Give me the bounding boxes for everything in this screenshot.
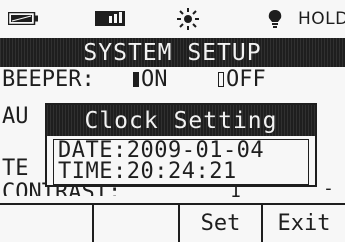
beeper-label: BEEPER: — [2, 67, 95, 92]
clock-setting-dialog: Clock Setting DATE:2009-01-04 TIME:20:24… — [45, 103, 317, 187]
softkey-2[interactable] — [94, 205, 180, 242]
dialog-title: Clock Setting — [84, 108, 278, 134]
contrast-dash: - — [323, 178, 334, 199]
signal-icon — [95, 11, 125, 26]
set-button[interactable]: Set — [180, 205, 263, 242]
softkey-bar: Set Exit — [0, 203, 345, 242]
beeper-off-option[interactable]: OFF — [218, 67, 266, 92]
title-bar: SYSTEM SETUP — [0, 38, 345, 67]
auto-setting-label: AU — [2, 104, 29, 129]
status-bar: HOLD — [0, 0, 345, 38]
sun-icon — [177, 8, 199, 30]
set-button-label: Set — [200, 211, 241, 236]
beeper-off-label: OFF — [226, 67, 266, 92]
beeper-on-option[interactable]: ON — [133, 67, 168, 92]
selected-radio-icon — [133, 72, 139, 87]
exit-button[interactable]: Exit — [263, 205, 345, 242]
unselected-radio-icon — [218, 72, 224, 87]
clock-fields-box: DATE:2009-01-04 TIME:20:24:21 — [53, 138, 309, 185]
lcd-screen: HOLD SYSTEM SETUP BEEPER: ON OFF AU TE C… — [0, 0, 345, 242]
bulb-icon — [268, 10, 282, 28]
dialog-header: Clock Setting — [47, 105, 315, 136]
page-title: SYSTEM SETUP — [83, 40, 262, 66]
battery-icon — [8, 12, 38, 25]
beeper-on-label: ON — [141, 67, 168, 92]
te-setting-label: TE — [2, 156, 29, 181]
softkey-1[interactable] — [0, 205, 94, 242]
hold-indicator: HOLD — [298, 9, 345, 29]
exit-button-label: Exit — [277, 211, 331, 236]
time-field[interactable]: TIME:20:24:21 — [58, 159, 237, 184]
